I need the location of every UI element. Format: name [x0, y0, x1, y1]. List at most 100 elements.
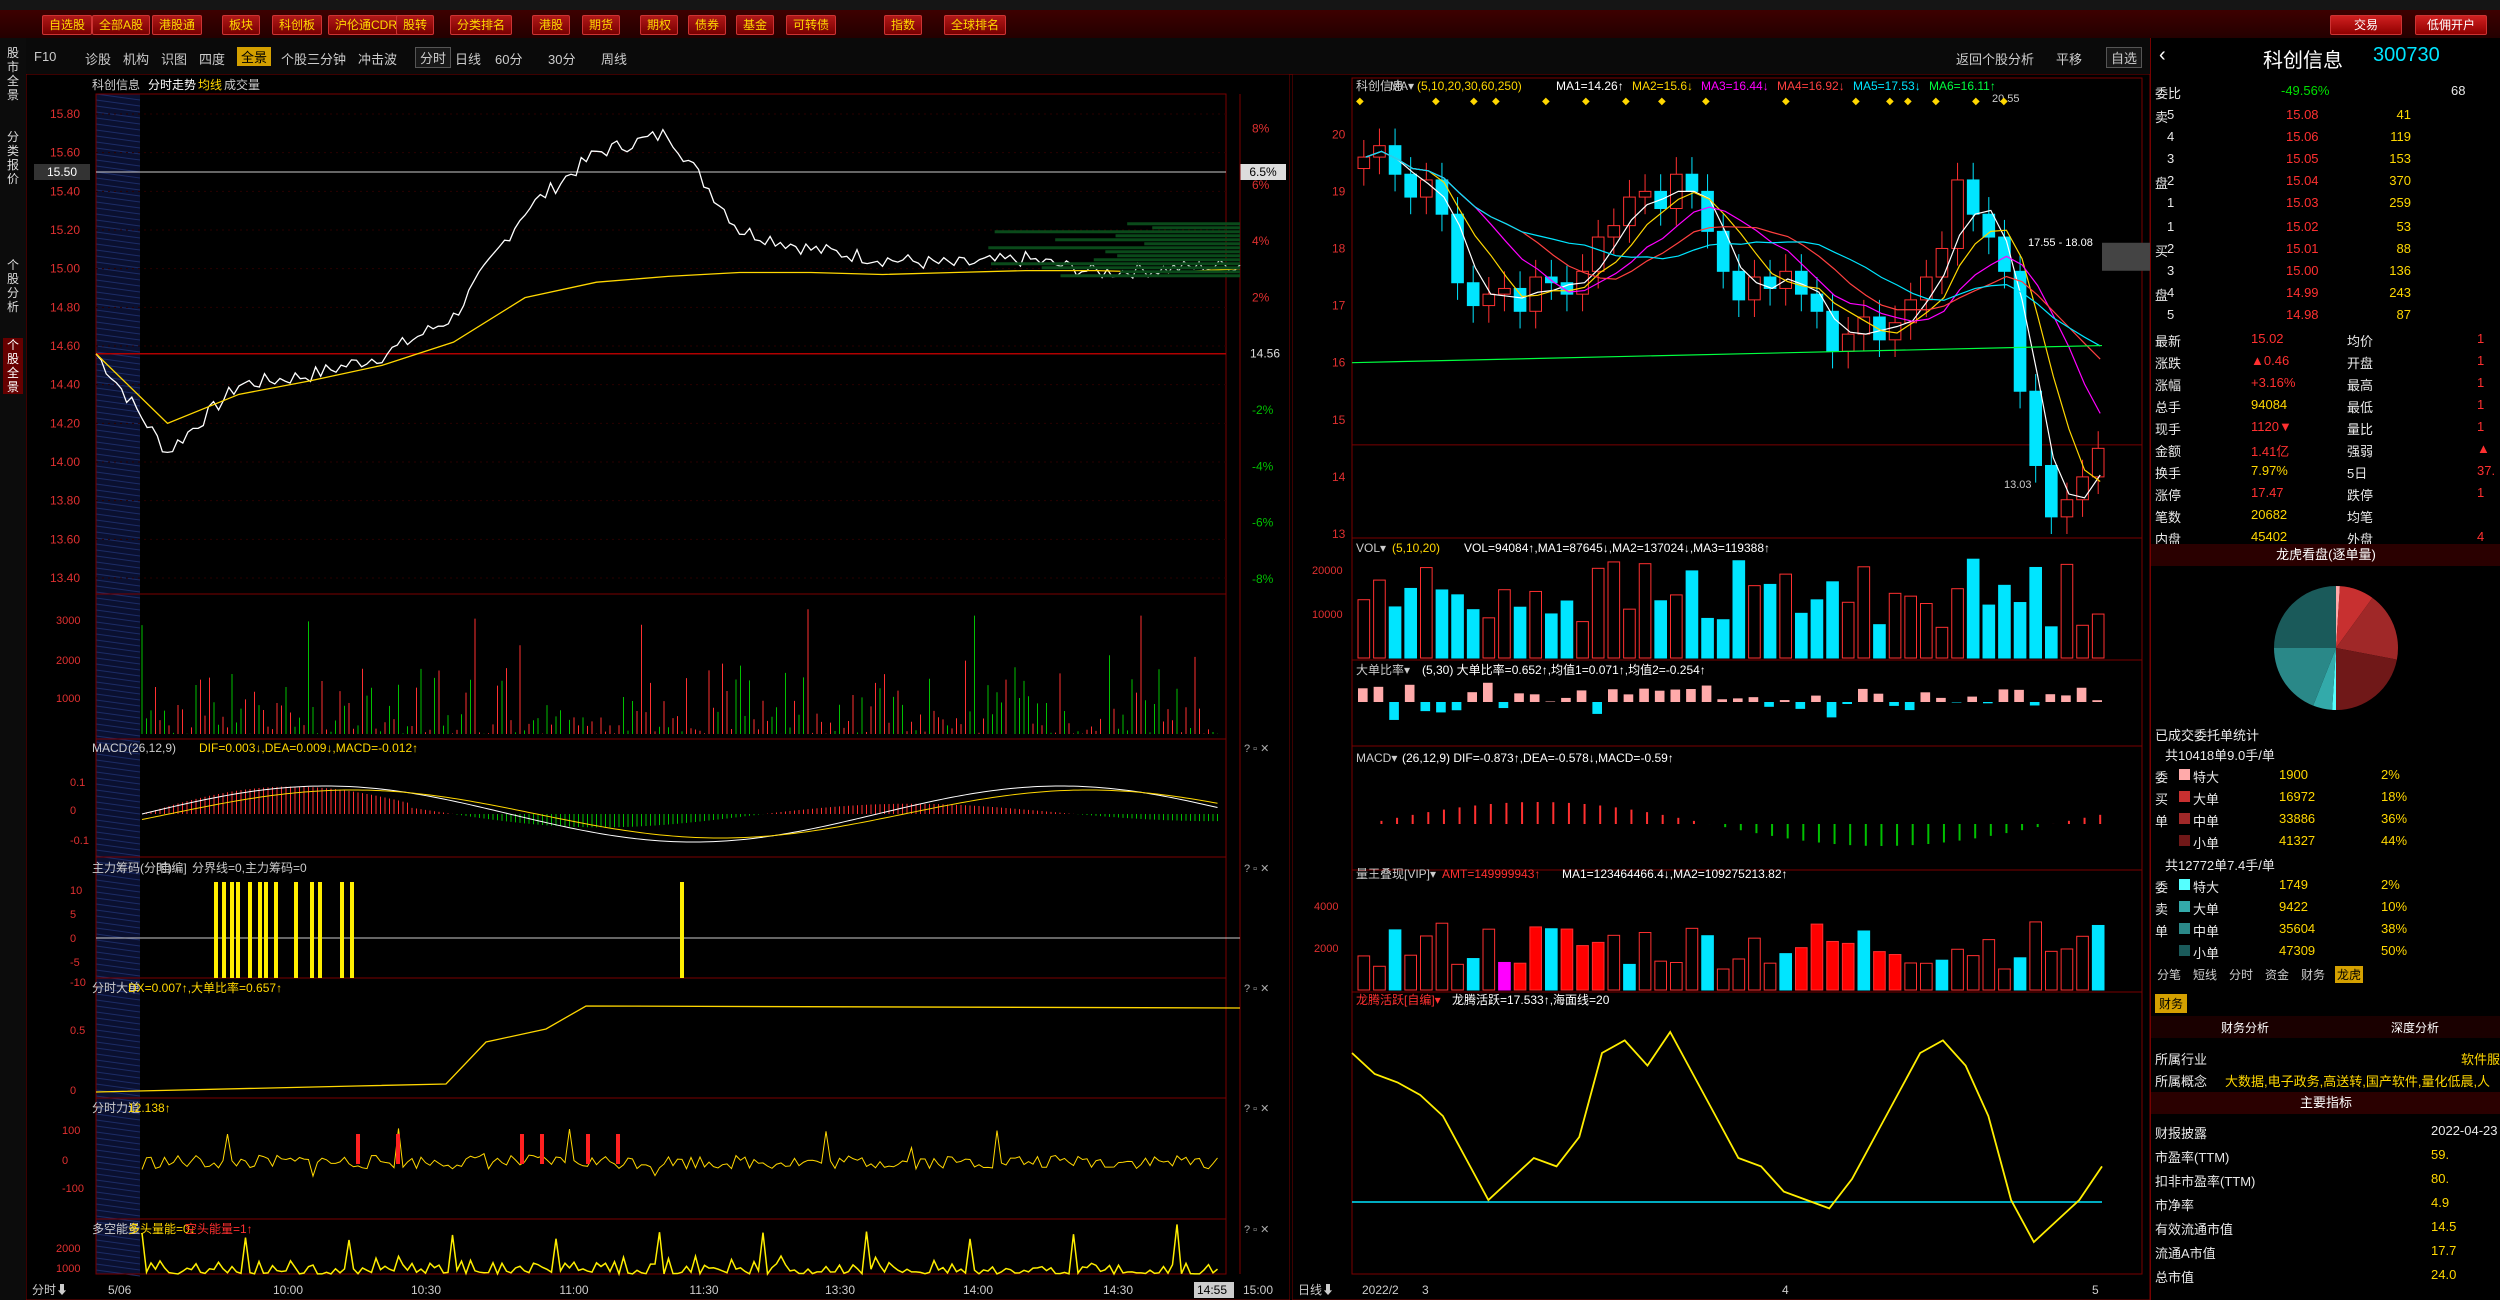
kline-bottom-mode: 日线⬇	[1298, 1283, 1334, 1297]
dbl-bar	[2029, 702, 2040, 706]
toolbar-item-8[interactable]: 港股	[532, 15, 571, 35]
kline-vol-bar	[1466, 609, 1480, 659]
time-label: 11:30	[689, 1283, 718, 1297]
depth-bar	[1144, 242, 1240, 246]
macd-tick: 0	[70, 805, 76, 817]
signal-diamond: ◆	[1432, 96, 1440, 107]
signal-diamond: ◆	[1886, 96, 1894, 107]
toolbar-item-11[interactable]: 债券	[688, 15, 727, 35]
subbar-mid-1[interactable]: 冲击波	[358, 49, 397, 68]
candle-body	[1638, 190, 1652, 198]
toolbar-item-15[interactable]: 全球排名	[944, 15, 1007, 35]
kline-price-tick: 17	[1332, 299, 1346, 313]
kline-vol-bar	[1591, 567, 1605, 659]
quote-tab-5[interactable]: 龙虎	[2335, 966, 2364, 983]
industry-row: 所属行业 软件服	[2151, 1046, 2500, 1068]
dbl-bar	[1608, 689, 1618, 702]
fin-tab[interactable]: 财务	[2155, 994, 2188, 1013]
back-icon[interactable]: ‹	[2159, 44, 2166, 67]
period-0[interactable]: 分时	[415, 47, 452, 68]
kline-vol-bar	[1357, 599, 1371, 659]
concept-row-cell: 大数据,电子政务,高送转,国产软件,量化低晨,人	[2225, 1074, 2491, 1089]
sell-stat-3-cell: 小单	[2193, 946, 2220, 961]
stat-row-7-cell: 涨停	[2155, 488, 2182, 503]
zl-bar	[294, 882, 298, 978]
subbar-mid-0[interactable]: 个股三分钟	[281, 49, 346, 68]
toolbar-item-4[interactable]: 科创板	[272, 15, 323, 35]
zl-sub: [自编]	[156, 860, 187, 875]
fin-subtab-1[interactable]: 深度分析	[2391, 1019, 2439, 1036]
pct-tick: 8%	[1252, 122, 1270, 136]
quote-tab-4[interactable]: 财务	[2299, 966, 2327, 983]
time-label: 15:00	[1243, 1283, 1273, 1297]
kline-vol-bar	[1810, 599, 1824, 659]
sidebar-tab-2[interactable]: 个股分析	[3, 258, 23, 314]
toolbar-item-3[interactable]: 板块	[222, 15, 261, 35]
candle-body	[2045, 464, 2058, 518]
period-2[interactable]: 60分	[495, 49, 522, 68]
subbar-left-2[interactable]: 机构	[123, 49, 149, 68]
industry-row-cell: 软件服	[2461, 1052, 2500, 1067]
signal-diamond: ◆	[1356, 96, 1364, 107]
concept-row: 所属概念 大数据,电子政务,高送转,国产软件,量化低晨,人	[2151, 1068, 2500, 1090]
subbar-left-4[interactable]: 四度	[199, 49, 225, 68]
quote-tab-1[interactable]: 短线	[2191, 966, 2219, 983]
toolbar-item-6[interactable]: 股转	[396, 15, 435, 35]
vol-tick: 3000	[56, 615, 80, 627]
kline-header-ma1: MA1=14.26↑	[1556, 79, 1624, 93]
period-1[interactable]: 日线	[455, 49, 481, 68]
stat-row-6: 换手 7.97% 5日 37.	[2151, 460, 2500, 482]
subbar-right-2[interactable]: 自选	[2106, 47, 2143, 68]
subbar-right-1[interactable]: 平移	[2056, 49, 2082, 68]
zl-bar	[214, 882, 218, 978]
lw-bar	[1451, 963, 1464, 991]
price-tick: 13.80	[50, 494, 80, 508]
buy-row-0: 1 15.02 53	[2151, 216, 2500, 238]
toolbar-item-9[interactable]: 期货	[582, 15, 621, 35]
subbar-active-tab[interactable]: 全景	[237, 47, 272, 66]
toolbar-item-5[interactable]: 沪伦通CDR	[328, 15, 404, 35]
sidebar-tab-3[interactable]: 个股全景	[3, 338, 23, 394]
toolbar-item-1[interactable]: 全部A股	[92, 15, 151, 35]
sidebar-tab-1[interactable]: 分类报价	[3, 130, 23, 186]
price-tick: 14.80	[50, 300, 80, 314]
sell-row-0-cell: 15.08	[2286, 107, 2319, 122]
toolbar-item-7[interactable]: 分类排名	[450, 15, 513, 35]
window-titlebar	[0, 0, 2500, 10]
period-4[interactable]: 周线	[601, 49, 627, 68]
quote-tab-0[interactable]: 分笔	[2155, 966, 2183, 983]
toolbar-right-1[interactable]: 低佣开户	[2415, 15, 2487, 35]
toolbar-item-12[interactable]: 基金	[736, 15, 775, 35]
sidebar-tab-0[interactable]: 股市全景	[3, 46, 23, 102]
kline-vol-bar	[1716, 619, 1730, 659]
subbar-left-3[interactable]: 识图	[161, 49, 187, 68]
buy-row-3-cell: 14.99	[2286, 285, 2319, 300]
toolbar-item-0[interactable]: 自选股	[42, 15, 93, 35]
toolbar-item-14[interactable]: 指数	[884, 15, 923, 35]
kline-vol-bar	[1529, 590, 1542, 659]
kline-vol-tick: 10000	[1312, 609, 1343, 621]
fin-subtab-0[interactable]: 财务分析	[2221, 1019, 2269, 1036]
buy-stat-1-cell: 16972	[2279, 789, 2316, 804]
buy-row-0-cell: 53	[2396, 219, 2411, 234]
period-3[interactable]: 30分	[548, 49, 575, 68]
sell-row-4-cell: 15.03	[2286, 195, 2319, 210]
quote-tab-3[interactable]: 资金	[2263, 966, 2291, 983]
lw-bar	[2013, 957, 2027, 991]
time-label: 10:00	[273, 1283, 303, 1297]
stat-row-0-cell: 均价	[2347, 334, 2374, 349]
quote-tab-2[interactable]: 分时	[2227, 966, 2255, 983]
vol-label: 成交量	[224, 77, 260, 92]
toolbar-item-13[interactable]: 可转债	[786, 15, 837, 35]
toolbar-item-2[interactable]: 港股通	[152, 15, 203, 35]
subbar-left-1[interactable]: 诊股	[85, 49, 111, 68]
lw-bar	[1420, 935, 1433, 991]
sell-row-3: 盘 2 15.04 370	[2151, 170, 2500, 192]
date-label: 5	[2092, 1283, 2099, 1297]
subbar-left-0[interactable]: F10	[34, 49, 56, 64]
toolbar-item-10[interactable]: 期权	[640, 15, 679, 35]
buy-stat-1-cell: 大单	[2193, 792, 2220, 807]
kline-vol-bar	[1701, 617, 1714, 659]
toolbar-right-0[interactable]: 交易	[2330, 15, 2402, 35]
subbar-right-0[interactable]: 返回个股分析	[1956, 49, 2034, 68]
